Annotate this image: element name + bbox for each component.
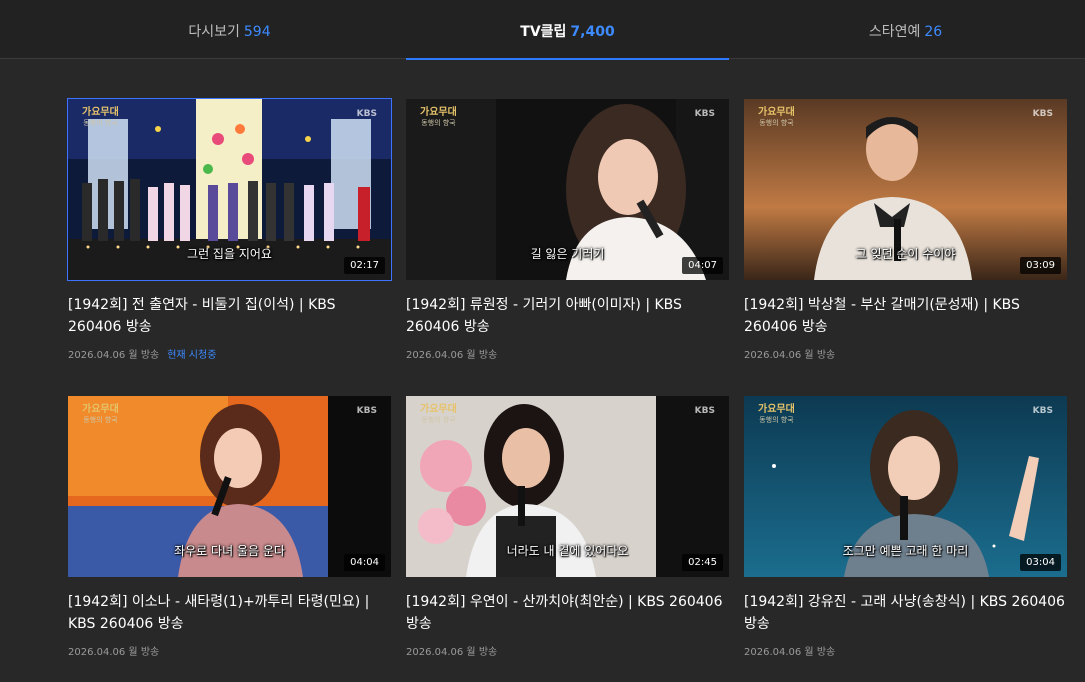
broadcast-date: 2026.04.06 월 방송: [744, 647, 836, 658]
video-meta: 2026.04.06 월 방송: [744, 346, 1067, 361]
video-title[interactable]: [1942회] 전 출연자 - 비둘기 집(이석) | KBS 260406 방…: [68, 294, 391, 338]
duration-badge: 04:04: [344, 554, 385, 571]
video-card[interactable]: 가요무대 동행의 향국 KBS 너라도 내 곁에 있어다오 02:45 [1942…: [406, 396, 729, 658]
broadcaster-watermark: KBS: [356, 109, 377, 119]
show-logo: 가요무대 동행의 향국: [82, 107, 119, 129]
tab-tv-clip-label: TV클립: [520, 24, 567, 40]
broadcast-date: 2026.04.06 월 방송: [68, 350, 160, 361]
video-title[interactable]: [1942회] 이소나 - 새타령(1)+까투리 타령(민요) | KBS 26…: [68, 591, 391, 635]
video-card[interactable]: 가요무대 동행의 향국 KBS 그 잊던 순이 수이야 03:09 [1942회]…: [744, 99, 1067, 361]
video-title[interactable]: [1942회] 우연이 - 산까치야(최안순) | KBS 260406 방송: [406, 591, 729, 635]
show-logo: 가요무대 동행의 향국: [82, 404, 119, 426]
video-title[interactable]: [1942회] 류원정 - 기러기 아빠(이미자) | KBS 260406 방…: [406, 294, 729, 338]
video-thumbnail[interactable]: 가요무대 동행의 향국 KBS 너라도 내 곁에 있어다오 02:45: [406, 396, 729, 577]
video-subtitle: 좌우로 다녀 울음 운다: [174, 544, 285, 558]
video-card[interactable]: 가요무대 동행의 향국 KBS 그런 집을 지어요 02:17 [1942회] 전…: [67, 98, 392, 361]
video-thumbnail[interactable]: 가요무대 동행의 향국 KBS 조그만 예쁜 고래 한 마리 03:04: [744, 396, 1067, 577]
duration-badge: 04:07: [682, 257, 723, 274]
video-subtitle: 너라도 내 곁에 있어다오: [506, 544, 629, 558]
show-logo: 가요무대 동행의 향국: [420, 107, 457, 129]
tab-star-entertainment-count: 26: [924, 24, 943, 40]
video-meta: 2026.04.06 월 방송: [68, 643, 391, 658]
video-meta: 2026.04.06 월 방송: [406, 346, 729, 361]
tab-star-entertainment-label: 스타연예: [868, 24, 921, 40]
video-thumbnail[interactable]: 가요무대 동행의 향국 KBS 그 잊던 순이 수이야 03:09: [744, 99, 1067, 280]
video-thumbnail[interactable]: 가요무대 동행의 향국 KBS 그런 집을 지어요 02:17: [67, 98, 392, 281]
show-logo-sub: 동행의 향국: [421, 416, 456, 424]
video-meta: 2026.04.06 월 방송: [744, 643, 1067, 658]
tab-tv-clip-count: 7,400: [570, 24, 615, 40]
broadcast-date: 2026.04.06 월 방송: [744, 350, 836, 361]
show-logo-sub: 동행의 향국: [421, 119, 456, 127]
broadcaster-watermark: KBS: [1032, 109, 1053, 119]
show-logo: 가요무대 동행의 향국: [758, 404, 795, 426]
show-logo-text: 가요무대: [758, 107, 795, 118]
broadcast-date: 2026.04.06 월 방송: [68, 647, 160, 658]
broadcaster-watermark: KBS: [694, 109, 715, 119]
video-title[interactable]: [1942회] 강유진 - 고래 사냥(송창식) | KBS 260406 방송: [744, 591, 1067, 635]
duration-badge: 03:04: [1020, 554, 1061, 571]
now-playing-label: 현재 시청중: [167, 350, 217, 361]
video-meta: 2026.04.06 월 방송: [406, 643, 729, 658]
show-logo-text: 가요무대: [82, 404, 119, 415]
show-logo-text: 가요무대: [420, 404, 457, 415]
video-card[interactable]: 가요무대 동행의 향국 KBS 좌우로 다녀 울음 운다 04:04 [1942회…: [68, 396, 391, 658]
tab-replay[interactable]: 다시보기 594: [68, 0, 391, 59]
video-card[interactable]: 가요무대 동행의 향국 KBS 조그만 예쁜 고래 한 마리 03:04 [194…: [744, 396, 1067, 658]
video-subtitle: 그런 집을 지어요: [187, 247, 272, 261]
show-logo-sub: 동행의 향국: [83, 119, 118, 127]
show-logo: 가요무대 동행의 향국: [758, 107, 795, 129]
video-subtitle: 그 잊던 순이 수이야: [855, 247, 956, 261]
video-thumbnail[interactable]: 가요무대 동행의 향국 KBS 좌우로 다녀 울음 운다 04:04: [68, 396, 391, 577]
show-logo-text: 가요무대: [420, 107, 457, 118]
video-meta: 2026.04.06 월 방송 현재 시청중: [68, 346, 391, 361]
broadcaster-watermark: KBS: [356, 406, 377, 416]
video-subtitle: 길 잃은 기러기: [530, 247, 605, 261]
duration-badge: 02:45: [682, 554, 723, 571]
tab-replay-label: 다시보기: [188, 24, 240, 40]
broadcast-date: 2026.04.06 월 방송: [406, 350, 498, 361]
show-logo-sub: 동행의 향국: [759, 416, 794, 424]
show-logo-sub: 동행의 향국: [83, 416, 118, 424]
video-card[interactable]: 가요무대 동행의 향국 KBS 길 잃은 기러기 04:07 [1942회] 류원…: [406, 99, 729, 361]
video-thumbnail[interactable]: 가요무대 동행의 향국 KBS 길 잃은 기러기 04:07: [406, 99, 729, 280]
show-logo: 가요무대 동행의 향국: [420, 404, 457, 426]
tab-replay-count: 594: [243, 24, 271, 40]
show-logo-text: 가요무대: [82, 107, 119, 118]
broadcaster-watermark: KBS: [1032, 406, 1053, 416]
tab-star-entertainment[interactable]: 스타연예 26: [744, 0, 1067, 59]
video-subtitle: 조그만 예쁜 고래 한 마리: [842, 544, 969, 558]
tab-tv-clip[interactable]: TV클립 7,400: [406, 0, 729, 60]
broadcast-date: 2026.04.06 월 방송: [406, 647, 498, 658]
broadcaster-watermark: KBS: [694, 406, 715, 416]
show-logo-text: 가요무대: [758, 404, 795, 415]
video-title[interactable]: [1942회] 박상철 - 부산 갈매기(문성재) | KBS 260406 방…: [744, 294, 1067, 338]
duration-badge: 02:17: [344, 257, 385, 274]
show-logo-sub: 동행의 향국: [759, 119, 794, 127]
tab-bar: 다시보기 594 TV클립 7,400 스타연예 26: [0, 0, 1085, 60]
duration-badge: 03:09: [1020, 257, 1061, 274]
